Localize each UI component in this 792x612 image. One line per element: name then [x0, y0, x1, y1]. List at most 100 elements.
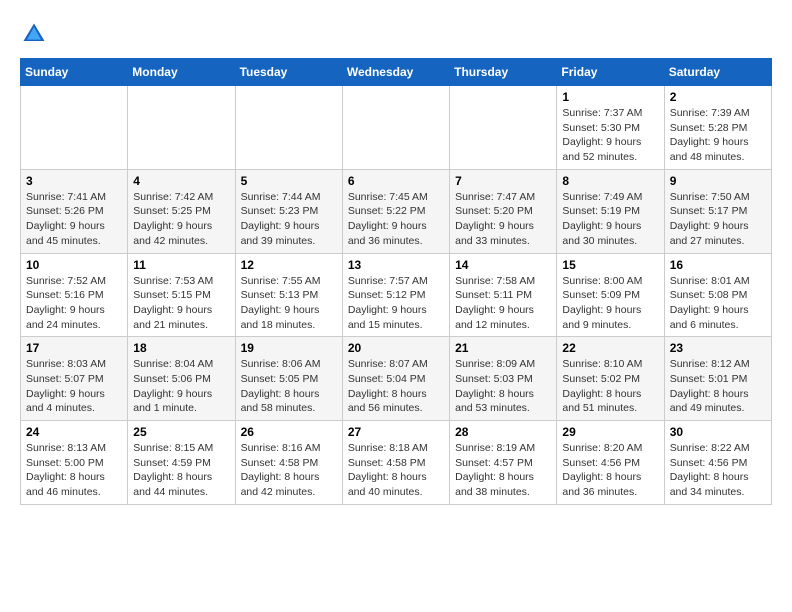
- day-info: Sunrise: 8:10 AM Sunset: 5:02 PM Dayligh…: [562, 357, 658, 416]
- day-info: Sunrise: 7:58 AM Sunset: 5:11 PM Dayligh…: [455, 274, 551, 333]
- calendar-cell: 17 Sunrise: 8:03 AM Sunset: 5:07 PM Dayli…: [21, 337, 128, 421]
- calendar-cell: 30 Sunrise: 8:22 AM Sunset: 4:56 PM Dayli…: [664, 421, 771, 505]
- calendar-cell: 4 Sunrise: 7:42 AM Sunset: 5:25 PM Daylig…: [128, 169, 235, 253]
- day-number: 2: [670, 90, 766, 104]
- day-info: Sunrise: 7:47 AM Sunset: 5:20 PM Dayligh…: [455, 190, 551, 249]
- calendar-cell: 24 Sunrise: 8:13 AM Sunset: 5:00 PM Dayli…: [21, 421, 128, 505]
- day-info: Sunrise: 8:15 AM Sunset: 4:59 PM Dayligh…: [133, 441, 229, 500]
- day-info: Sunrise: 7:42 AM Sunset: 5:25 PM Dayligh…: [133, 190, 229, 249]
- day-number: 20: [348, 341, 444, 355]
- calendar-cell: 29 Sunrise: 8:20 AM Sunset: 4:56 PM Dayli…: [557, 421, 664, 505]
- calendar-cell: 22 Sunrise: 8:10 AM Sunset: 5:02 PM Dayli…: [557, 337, 664, 421]
- calendar-week-row: 17 Sunrise: 8:03 AM Sunset: 5:07 PM Dayli…: [21, 337, 772, 421]
- day-info: Sunrise: 7:57 AM Sunset: 5:12 PM Dayligh…: [348, 274, 444, 333]
- day-info: Sunrise: 8:01 AM Sunset: 5:08 PM Dayligh…: [670, 274, 766, 333]
- calendar-cell: 7Sunrise: 7:47 AM Sunset: 5:20 PM Daylig…: [450, 169, 557, 253]
- calendar-week-row: 24 Sunrise: 8:13 AM Sunset: 5:00 PM Dayli…: [21, 421, 772, 505]
- day-number: 28: [455, 425, 551, 439]
- header: [20, 20, 772, 48]
- calendar-week-row: 10Sunrise: 7:52 AM Sunset: 5:16 PM Dayli…: [21, 253, 772, 337]
- day-info: Sunrise: 8:13 AM Sunset: 5:00 PM Dayligh…: [26, 441, 122, 500]
- day-info: Sunrise: 7:53 AM Sunset: 5:15 PM Dayligh…: [133, 274, 229, 333]
- calendar-cell: 14 Sunrise: 7:58 AM Sunset: 5:11 PM Dayli…: [450, 253, 557, 337]
- day-number: 8: [562, 174, 658, 188]
- day-header: Monday: [128, 59, 235, 86]
- logo-icon: [20, 20, 48, 48]
- calendar-cell: 23 Sunrise: 8:12 AM Sunset: 5:01 PM Dayli…: [664, 337, 771, 421]
- day-info: Sunrise: 8:00 AM Sunset: 5:09 PM Dayligh…: [562, 274, 658, 333]
- day-number: 16: [670, 258, 766, 272]
- day-info: Sunrise: 8:03 AM Sunset: 5:07 PM Dayligh…: [26, 357, 122, 416]
- day-number: 4: [133, 174, 229, 188]
- calendar-cell: 18Sunrise: 8:04 AM Sunset: 5:06 PM Dayli…: [128, 337, 235, 421]
- day-info: Sunrise: 7:50 AM Sunset: 5:17 PM Dayligh…: [670, 190, 766, 249]
- calendar-cell: 19 Sunrise: 8:06 AM Sunset: 5:05 PM Dayli…: [235, 337, 342, 421]
- day-number: 27: [348, 425, 444, 439]
- calendar-cell: 10Sunrise: 7:52 AM Sunset: 5:16 PM Dayli…: [21, 253, 128, 337]
- calendar-cell: 25 Sunrise: 8:15 AM Sunset: 4:59 PM Dayli…: [128, 421, 235, 505]
- day-info: Sunrise: 7:49 AM Sunset: 5:19 PM Dayligh…: [562, 190, 658, 249]
- calendar-header-row: SundayMondayTuesdayWednesdayThursdayFrid…: [21, 59, 772, 86]
- calendar-cell: [128, 86, 235, 170]
- day-header: Tuesday: [235, 59, 342, 86]
- day-number: 24: [26, 425, 122, 439]
- calendar-week-row: 1 Sunrise: 7:37 AM Sunset: 5:30 PM Daylig…: [21, 86, 772, 170]
- calendar-cell: [342, 86, 449, 170]
- day-info: Sunrise: 7:55 AM Sunset: 5:13 PM Dayligh…: [241, 274, 337, 333]
- calendar-week-row: 3 Sunrise: 7:41 AM Sunset: 5:26 PM Daylig…: [21, 169, 772, 253]
- day-header: Sunday: [21, 59, 128, 86]
- day-number: 1: [562, 90, 658, 104]
- calendar-cell: 6Sunrise: 7:45 AM Sunset: 5:22 PM Daylig…: [342, 169, 449, 253]
- day-info: Sunrise: 8:22 AM Sunset: 4:56 PM Dayligh…: [670, 441, 766, 500]
- day-info: Sunrise: 7:39 AM Sunset: 5:28 PM Dayligh…: [670, 106, 766, 165]
- calendar-cell: 27 Sunrise: 8:18 AM Sunset: 4:58 PM Dayli…: [342, 421, 449, 505]
- day-info: Sunrise: 8:06 AM Sunset: 5:05 PM Dayligh…: [241, 357, 337, 416]
- day-number: 11: [133, 258, 229, 272]
- day-info: Sunrise: 8:04 AM Sunset: 5:06 PM Dayligh…: [133, 357, 229, 416]
- day-header: Friday: [557, 59, 664, 86]
- calendar-cell: [450, 86, 557, 170]
- day-number: 14: [455, 258, 551, 272]
- day-info: Sunrise: 8:20 AM Sunset: 4:56 PM Dayligh…: [562, 441, 658, 500]
- logo: [20, 20, 52, 48]
- calendar-cell: 2 Sunrise: 7:39 AM Sunset: 5:28 PM Daylig…: [664, 86, 771, 170]
- day-number: 25: [133, 425, 229, 439]
- day-number: 19: [241, 341, 337, 355]
- day-header: Thursday: [450, 59, 557, 86]
- day-info: Sunrise: 7:41 AM Sunset: 5:26 PM Dayligh…: [26, 190, 122, 249]
- day-number: 3: [26, 174, 122, 188]
- day-info: Sunrise: 8:19 AM Sunset: 4:57 PM Dayligh…: [455, 441, 551, 500]
- calendar-cell: 11 Sunrise: 7:53 AM Sunset: 5:15 PM Dayli…: [128, 253, 235, 337]
- calendar-cell: 8 Sunrise: 7:49 AM Sunset: 5:19 PM Daylig…: [557, 169, 664, 253]
- calendar-cell: 9Sunrise: 7:50 AM Sunset: 5:17 PM Daylig…: [664, 169, 771, 253]
- day-number: 10: [26, 258, 122, 272]
- calendar-cell: 3 Sunrise: 7:41 AM Sunset: 5:26 PM Daylig…: [21, 169, 128, 253]
- day-info: Sunrise: 7:44 AM Sunset: 5:23 PM Dayligh…: [241, 190, 337, 249]
- day-number: 17: [26, 341, 122, 355]
- day-info: Sunrise: 7:45 AM Sunset: 5:22 PM Dayligh…: [348, 190, 444, 249]
- day-header: Wednesday: [342, 59, 449, 86]
- day-number: 23: [670, 341, 766, 355]
- day-number: 29: [562, 425, 658, 439]
- calendar-cell: 15 Sunrise: 8:00 AM Sunset: 5:09 PM Dayli…: [557, 253, 664, 337]
- day-info: Sunrise: 8:18 AM Sunset: 4:58 PM Dayligh…: [348, 441, 444, 500]
- calendar-cell: 21 Sunrise: 8:09 AM Sunset: 5:03 PM Dayli…: [450, 337, 557, 421]
- calendar-cell: 1 Sunrise: 7:37 AM Sunset: 5:30 PM Daylig…: [557, 86, 664, 170]
- day-info: Sunrise: 8:07 AM Sunset: 5:04 PM Dayligh…: [348, 357, 444, 416]
- day-info: Sunrise: 8:16 AM Sunset: 4:58 PM Dayligh…: [241, 441, 337, 500]
- calendar-cell: 13Sunrise: 7:57 AM Sunset: 5:12 PM Dayli…: [342, 253, 449, 337]
- day-number: 30: [670, 425, 766, 439]
- calendar-cell: 5 Sunrise: 7:44 AM Sunset: 5:23 PM Daylig…: [235, 169, 342, 253]
- day-info: Sunrise: 8:09 AM Sunset: 5:03 PM Dayligh…: [455, 357, 551, 416]
- day-number: 12: [241, 258, 337, 272]
- day-header: Saturday: [664, 59, 771, 86]
- day-number: 5: [241, 174, 337, 188]
- day-number: 15: [562, 258, 658, 272]
- day-info: Sunrise: 7:37 AM Sunset: 5:30 PM Dayligh…: [562, 106, 658, 165]
- day-number: 21: [455, 341, 551, 355]
- day-info: Sunrise: 8:12 AM Sunset: 5:01 PM Dayligh…: [670, 357, 766, 416]
- calendar-cell: 20 Sunrise: 8:07 AM Sunset: 5:04 PM Dayli…: [342, 337, 449, 421]
- day-number: 22: [562, 341, 658, 355]
- calendar-cell: 26Sunrise: 8:16 AM Sunset: 4:58 PM Dayli…: [235, 421, 342, 505]
- calendar-cell: 12 Sunrise: 7:55 AM Sunset: 5:13 PM Dayli…: [235, 253, 342, 337]
